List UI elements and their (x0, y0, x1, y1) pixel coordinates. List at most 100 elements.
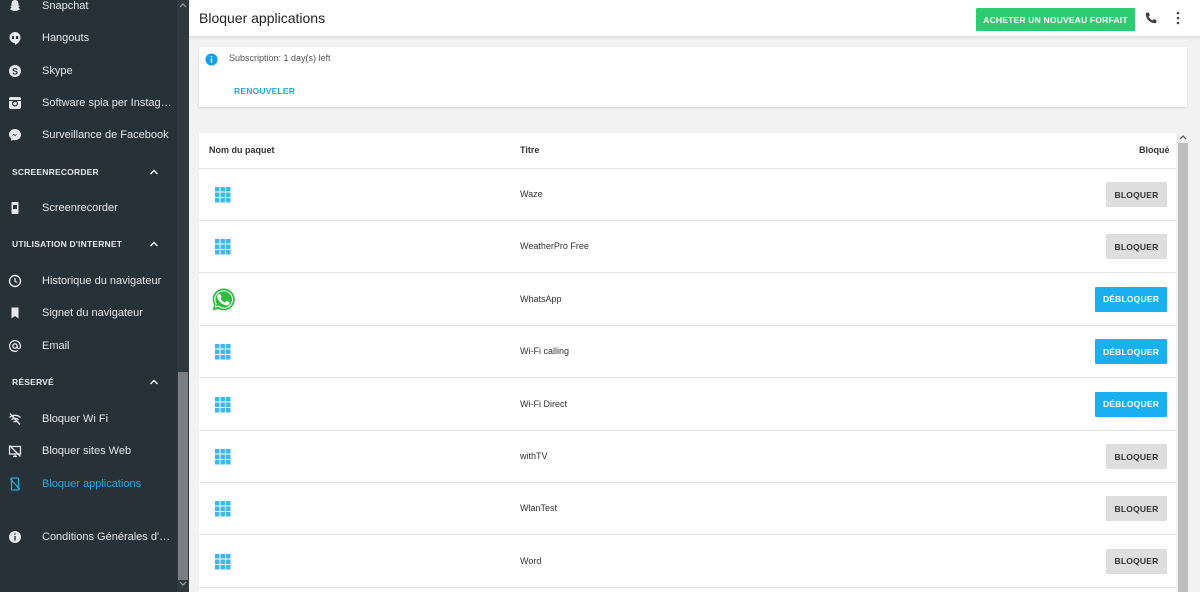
app-title: Wi-Fi calling (520, 346, 570, 357)
subscription-status: Subscription: 1 day(s) left (229, 53, 331, 63)
info-icon (205, 53, 218, 66)
app-title: withTV (520, 451, 548, 461)
messenger-icon (7, 127, 23, 143)
table-row: Word BLOQUER (199, 536, 1176, 588)
skype-icon: S (7, 63, 23, 79)
sidebar-item-facebook[interactable]: Surveillance de Facebook (0, 119, 177, 151)
app-title: Wi-Fi Direct (520, 398, 567, 409)
app-title: WeatherPro Free (520, 241, 589, 252)
block-button[interactable]: BLOQUER (1106, 496, 1167, 522)
table-header: Nom du paquet Titre Bloqué (199, 133, 1176, 169)
sidebar-item-label: Signet du navigateur (42, 307, 143, 319)
sidebar-item-terms[interactable]: Conditions Générales d'utilisation (0, 521, 177, 553)
table-row: withTV BLOQUER (199, 431, 1176, 483)
unblock-button[interactable]: DÉBLOQUER (1095, 286, 1167, 312)
section-internet[interactable]: UTILISATION D'INTERNET (0, 229, 177, 259)
sidebar-item-screenrecorder[interactable]: Screenrecorder (0, 192, 177, 224)
bookmark-icon (7, 305, 23, 321)
desktop-off-icon (7, 443, 23, 459)
scroll-up-arrow-icon[interactable] (1179, 134, 1187, 140)
app-title: WlanTest (520, 503, 558, 514)
section-label: UTILISATION D'INTERNET (12, 239, 123, 249)
renew-button[interactable]: RENOUVELER (234, 86, 295, 96)
sidebar: Snapchat Hangouts S Skype Software spia … (0, 0, 189, 592)
sidebar-item-bookmark[interactable]: Signet du navigateur (0, 297, 177, 329)
table-row: Wi-Fi calling DÉBLOQUER (199, 326, 1176, 379)
phone-screen-icon (7, 200, 23, 216)
sidebar-item-block-wifi[interactable]: Bloquer Wi Fi (0, 403, 177, 435)
apps-table: Nom du paquet Titre Bloqué Waze BLOQUER We… (199, 133, 1176, 592)
sidebar-item-block-apps[interactable]: Bloquer applications (0, 468, 177, 500)
section-reserved[interactable]: RÉSERVÉ (0, 367, 177, 397)
top-bar: Bloquer applications ACHETER UN NOUVEAU … (189, 0, 1200, 37)
sidebar-item-label: Email (42, 340, 70, 352)
grid-icon (215, 187, 231, 208)
table-row: WlanTest BLOQUER (199, 483, 1176, 536)
hangouts-icon (7, 30, 23, 46)
chevron-up-icon (149, 169, 159, 175)
sidebar-item-label: Surveillance de Facebook (42, 129, 169, 141)
sidebar-item-label: Historique du navigateur (42, 275, 162, 287)
scroll-up-arrow-icon[interactable] (179, 2, 187, 8)
sidebar-item-label: Screenrecorder (42, 202, 118, 214)
info-icon (7, 529, 23, 545)
sidebar-item-email[interactable]: Email (0, 330, 177, 362)
block-button[interactable]: BLOQUER (1106, 444, 1167, 469)
at-sign-icon (7, 338, 23, 354)
block-button[interactable]: BLOQUER (1106, 548, 1167, 574)
sidebar-item-history[interactable]: Historique du navigateur (0, 265, 177, 297)
sidebar-item-hangouts[interactable]: Hangouts (0, 22, 177, 54)
column-header-package: Nom du paquet (209, 145, 275, 155)
scroll-down-arrow-icon[interactable] (179, 581, 187, 587)
sidebar-item-label: Skype (42, 65, 73, 77)
block-button[interactable]: BLOQUER (1106, 182, 1167, 207)
subscription-card: Subscription: 1 day(s) left RENOUVELER (199, 47, 1187, 107)
sidebar-scrollbar-thumb[interactable] (178, 372, 188, 580)
app-title: Word (520, 555, 542, 566)
app-title: WhatsApp (520, 293, 562, 304)
snapchat-icon (7, 0, 23, 14)
clock-icon (7, 273, 23, 289)
app-title: Waze (520, 189, 543, 199)
sidebar-item-instagram[interactable]: Software spia per Instagram (0, 87, 177, 119)
grid-icon (215, 344, 231, 365)
table-row: WeatherPro Free BLOQUER (199, 221, 1176, 274)
whatsapp-icon (211, 287, 236, 317)
more-vert-icon[interactable] (1175, 11, 1181, 25)
content-scrollbar-thumb[interactable] (1178, 143, 1188, 592)
block-button[interactable]: BLOQUER (1106, 234, 1167, 260)
table-row: WhatsApp DÉBLOQUER (199, 274, 1176, 326)
sidebar-item-label: Conditions Générales d'utilisation (42, 531, 172, 543)
wifi-off-icon (7, 411, 23, 427)
column-header-title: Titre (520, 145, 540, 155)
grid-icon (215, 553, 231, 575)
sidebar-item-label: Bloquer sites Web (42, 445, 132, 457)
sidebar-item-snapchat[interactable]: Snapchat (0, 0, 177, 22)
sidebar-item-label: Bloquer applications (42, 478, 142, 490)
grid-icon (215, 396, 231, 418)
buy-plan-button[interactable]: ACHETER UN NOUVEAU FORFAIT (976, 8, 1135, 31)
svg-text:S: S (12, 67, 18, 77)
table-row: Wi-Fi Direct DÉBLOQUER (199, 379, 1176, 431)
sidebar-item-skype[interactable]: S Skype (0, 55, 177, 87)
chevron-up-icon (149, 379, 159, 385)
phone-off-icon (7, 476, 23, 492)
sidebar-item-label: Hangouts (42, 32, 90, 44)
unblock-button[interactable]: DÉBLOQUER (1095, 339, 1167, 365)
section-screenrecorder[interactable]: SCREENRECORDER (0, 157, 177, 187)
phone-icon[interactable] (1144, 11, 1158, 25)
unblock-button[interactable]: DÉBLOQUER (1095, 391, 1167, 417)
sidebar-item-label: Software spia per Instagram (42, 97, 172, 109)
section-label: SCREENRECORDER (12, 167, 99, 177)
instagram-icon (7, 95, 23, 111)
sidebar-item-block-sites[interactable]: Bloquer sites Web (0, 435, 177, 467)
grid-icon (215, 449, 231, 470)
sidebar-item-label: Snapchat (42, 0, 89, 12)
section-label: RÉSERVÉ (12, 377, 54, 387)
table-row: Waze BLOQUER (199, 169, 1176, 221)
grid-icon (215, 501, 231, 522)
sidebar-item-label: Bloquer Wi Fi (42, 413, 109, 425)
column-header-blocked: Bloqué (1139, 145, 1170, 155)
grid-icon (215, 239, 231, 260)
page-title: Bloquer applications (199, 10, 326, 26)
